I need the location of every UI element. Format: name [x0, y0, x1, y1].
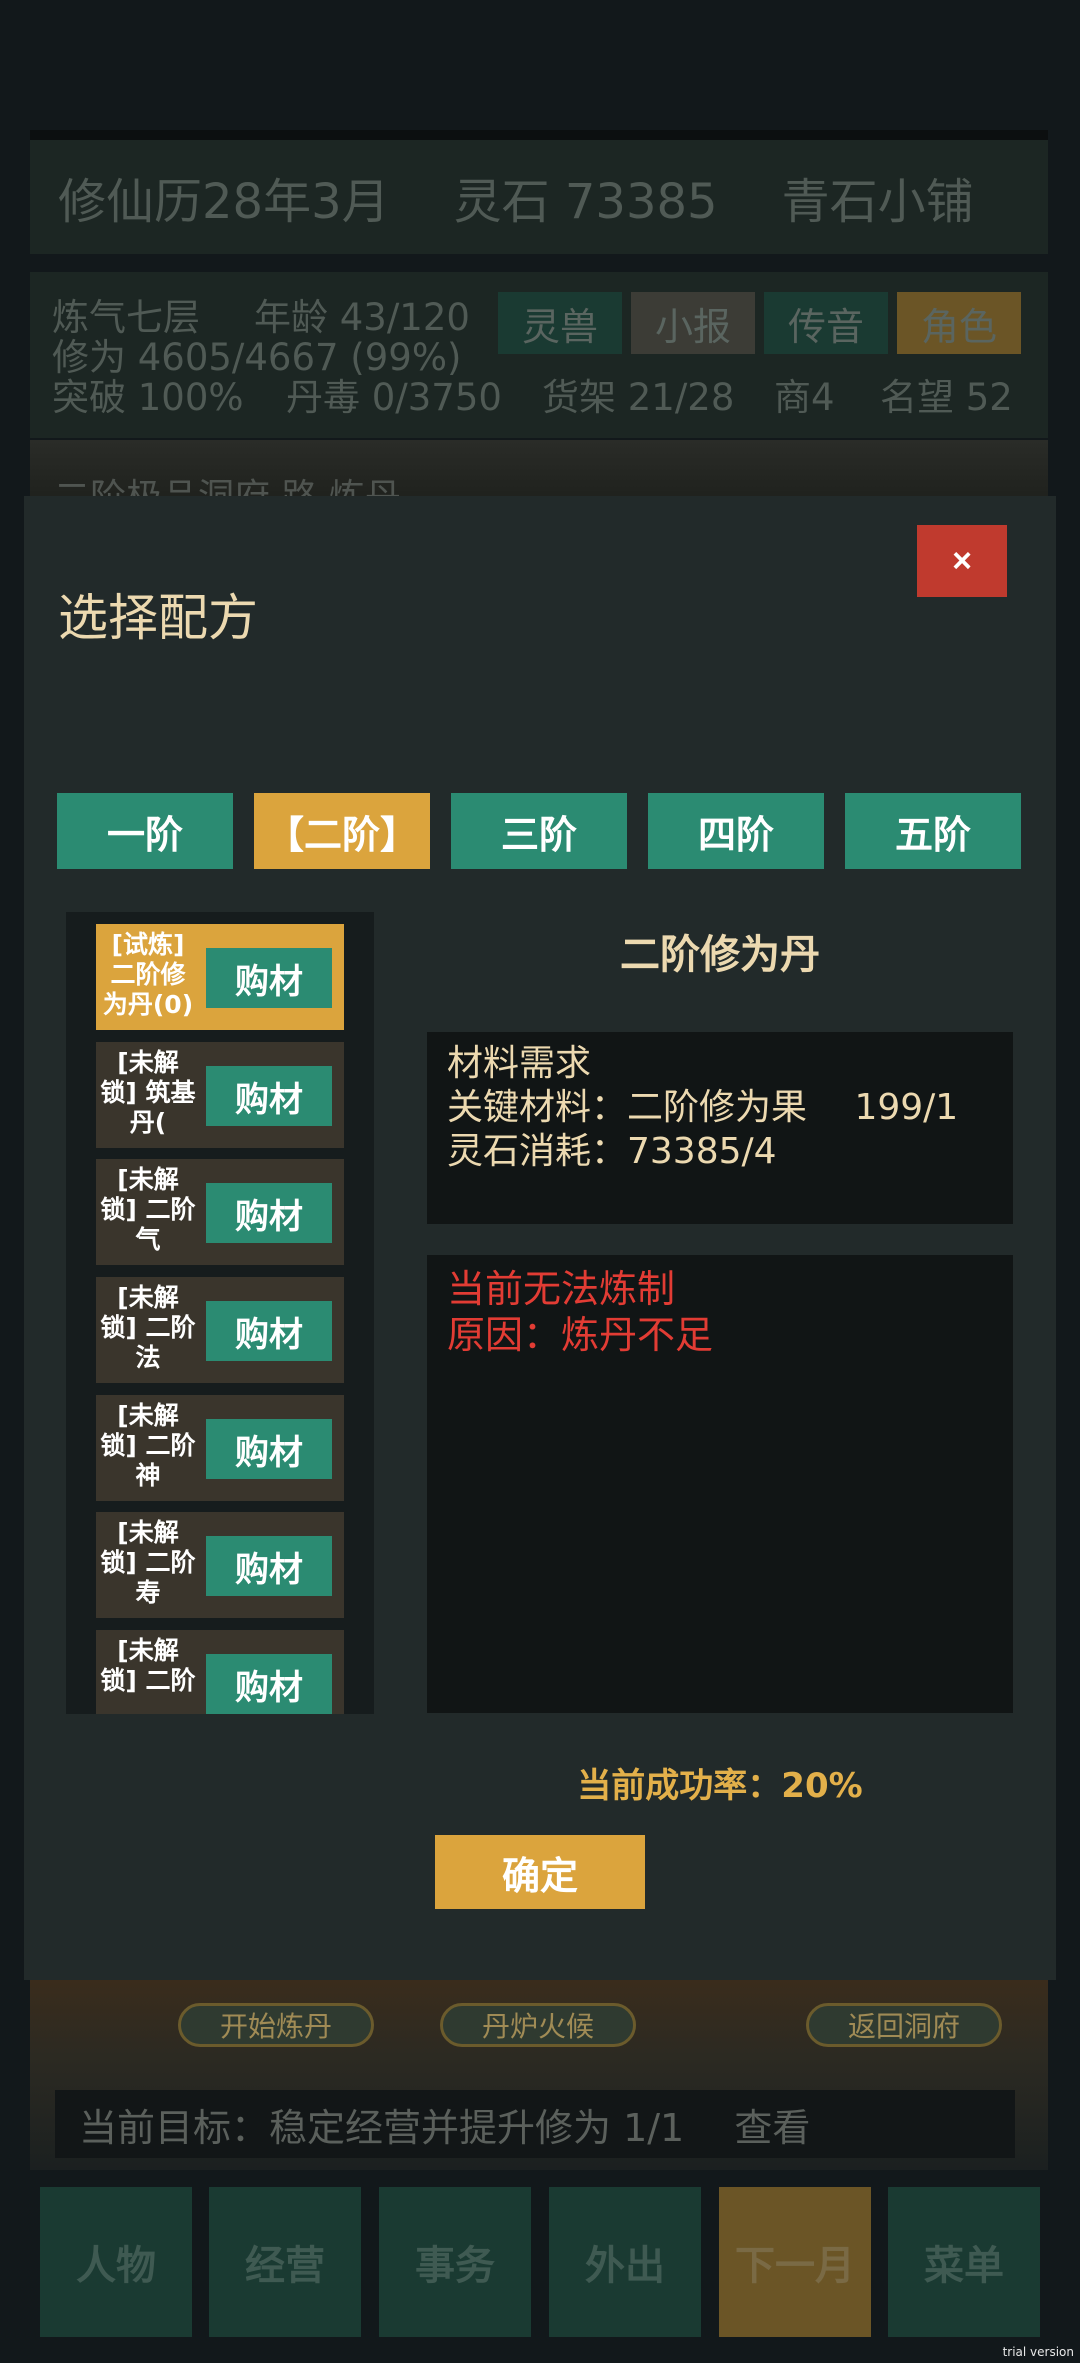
material-requirements-box: 材料需求 关键材料：二阶修为果 199/1 灵石消耗：73385/4	[427, 1032, 1013, 1224]
recipe-detail-title: 二阶修为丹	[620, 932, 820, 978]
fame-text: 名望 52	[880, 376, 1013, 419]
game-date: 修仙历28年3月	[58, 174, 390, 230]
trial-watermark: trial version	[1002, 2345, 1074, 2359]
fail-reason-text: 原因：炼丹不足	[447, 1313, 714, 1357]
tag-character[interactable]: 角色	[897, 292, 1021, 354]
recipe-name: [未解锁] 二阶法	[100, 1283, 196, 1372]
nav-business[interactable]: 经营	[209, 2187, 361, 2337]
recipe-item[interactable]: [试炼] 二阶修为丹(0) 购材	[96, 924, 344, 1030]
craft-status-box: 当前无法炼制 原因：炼丹不足	[427, 1255, 1013, 1713]
recipe-item[interactable]: [未解锁] 二阶气 购材	[96, 1159, 344, 1265]
tag-spirit-beast[interactable]: 灵兽	[498, 292, 622, 354]
merchant-level-text: 商4	[774, 376, 835, 419]
nav-next-month[interactable]: 下一月	[719, 2187, 871, 2337]
tab-tier-4[interactable]: 四阶	[648, 793, 824, 869]
tag-message[interactable]: 传音	[764, 292, 888, 354]
recipe-item[interactable]: [未解锁] 二阶神 购材	[96, 1395, 344, 1501]
tag-newspaper[interactable]: 小报	[631, 292, 755, 354]
recipe-item[interactable]: [未解锁] 二阶法 购材	[96, 1277, 344, 1383]
buy-materials-button[interactable]: 购材	[206, 1066, 332, 1126]
tab-tier-1[interactable]: 一阶	[57, 793, 233, 869]
confirm-button[interactable]: 确定	[435, 1835, 645, 1909]
recipe-item[interactable]: [未解锁] 筑基丹( 购材	[96, 1042, 344, 1148]
buy-materials-button[interactable]: 购材	[206, 948, 332, 1008]
close-button[interactable]: ×	[917, 525, 1007, 597]
start-alchemy-button[interactable]: 开始炼丹	[178, 2003, 374, 2047]
nav-affairs[interactable]: 事务	[379, 2187, 531, 2337]
buy-materials-button[interactable]: 购材	[206, 1536, 332, 1596]
current-goal-text: 当前目标：稳定经营并提升修为 1/1 查看	[79, 2105, 811, 2150]
success-rate-text: 当前成功率：20%	[577, 1766, 863, 1806]
furnace-heat-button[interactable]: 丹炉火候	[440, 2003, 636, 2047]
recipe-name: [试炼] 二阶修为丹(0)	[102, 930, 194, 1019]
player-stats-panel: 炼气七层 年龄 43/120 修为 4605/4667 (99%) 突破 100…	[30, 272, 1048, 438]
breakthrough-text: 突破 100%	[52, 376, 244, 419]
recipe-name: [未解锁] 二阶神	[100, 1401, 196, 1490]
pill-poison-text: 丹毒 0/3750	[286, 376, 502, 419]
return-cave-button[interactable]: 返回洞府	[806, 2003, 1002, 2047]
buy-materials-button[interactable]: 购材	[206, 1301, 332, 1361]
spirit-stone-count: 灵石 73385	[453, 174, 718, 230]
nav-character[interactable]: 人物	[40, 2187, 192, 2337]
recipe-list[interactable]: [试炼] 二阶修为丹(0) 购材 [未解锁] 筑基丹( 购材 [未解锁] 二阶气…	[66, 912, 374, 1714]
tab-tier-2[interactable]: 【二阶】	[254, 793, 430, 869]
location-bar: 二阶极品洞府 路 炼丹	[30, 440, 1048, 500]
stone-cost-text: 灵石消耗：73385/4	[447, 1131, 777, 1172]
tab-tier-5[interactable]: 五阶	[845, 793, 1021, 869]
key-material-text: 关键材料：二阶修为果 199/1	[447, 1087, 959, 1128]
nav-outing[interactable]: 外出	[549, 2187, 701, 2337]
recipe-name: [未解锁] 二阶寿	[100, 1518, 196, 1607]
buy-materials-button[interactable]: 购材	[206, 1419, 332, 1479]
recipe-name: [未解锁] 二阶气	[100, 1165, 196, 1254]
cannot-craft-text: 当前无法炼制	[447, 1267, 676, 1311]
dialog-title: 选择配方	[58, 589, 258, 647]
recipe-item[interactable]: [未解锁] 二阶寿 购材	[96, 1512, 344, 1618]
recipe-name: [未解锁] 二阶	[100, 1636, 196, 1695]
recipe-item[interactable]: [未解锁] 二阶 购材	[96, 1630, 344, 1714]
requirements-header: 材料需求	[447, 1043, 592, 1084]
cultivation-text: 修为 4605/4667 (99%)	[52, 336, 462, 379]
buy-materials-button[interactable]: 购材	[206, 1654, 332, 1714]
current-goal-bar[interactable]: 当前目标：稳定经营并提升修为 1/1 查看	[55, 2090, 1015, 2158]
tab-tier-3[interactable]: 三阶	[451, 793, 627, 869]
shop-name: 青石小铺	[781, 174, 974, 230]
age-text: 年龄 43/120	[254, 296, 470, 339]
top-status-bar: 修仙历28年3月 灵石 73385 青石小铺	[30, 130, 1048, 254]
recipe-name: [未解锁] 筑基丹(	[100, 1048, 196, 1137]
buy-materials-button[interactable]: 购材	[206, 1183, 332, 1243]
shelf-text: 货架 21/28	[542, 376, 735, 419]
nav-menu[interactable]: 菜单	[888, 2187, 1040, 2337]
realm-text: 炼气七层	[52, 296, 200, 339]
